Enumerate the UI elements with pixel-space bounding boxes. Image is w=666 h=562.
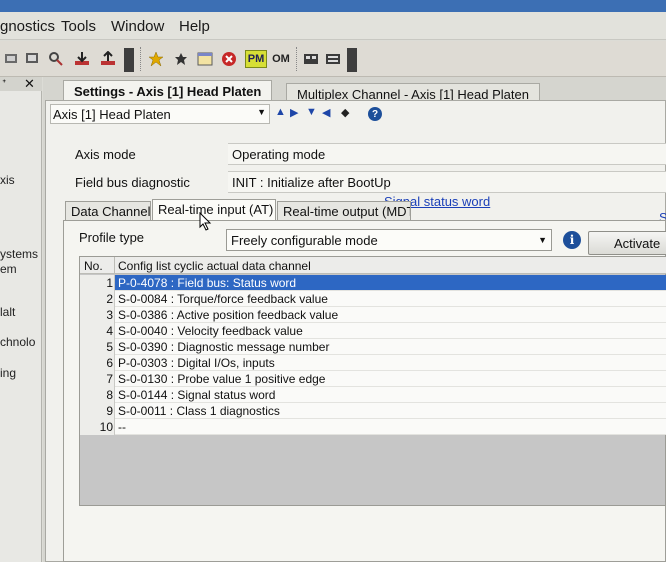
row-value: S-0-0130 : Probe value 1 positive edge	[118, 372, 326, 386]
info-icon[interactable]: i	[563, 231, 581, 249]
table-row[interactable]: 9 S-0-0011 : Class 1 diagnostics	[80, 403, 666, 419]
arrow-up-icon[interactable]: ▲	[275, 106, 286, 118]
row-number: 4	[106, 324, 113, 338]
grid-icon[interactable]	[302, 50, 320, 68]
menu-bar: gnostics Tools Window Help	[0, 12, 666, 40]
toolbar: PM OM	[0, 41, 666, 77]
column-divider	[114, 257, 115, 274]
row-value: P-0-0303 : Digital I/Os, inputs	[118, 356, 275, 370]
menu-window[interactable]: Window	[111, 18, 164, 35]
search-icon[interactable]	[47, 50, 65, 68]
toolbar-separator	[140, 47, 142, 71]
tab-realtime-output[interactable]: Real-time output (MDT)	[277, 201, 411, 221]
favorites-icon[interactable]	[172, 50, 190, 68]
table-row[interactable]: 4 S-0-0040 : Velocity feedback value	[80, 323, 666, 339]
panel-item[interactable]: em	[0, 262, 17, 276]
chevron-down-icon: ▼	[257, 107, 266, 117]
column-header-config[interactable]: Config list cyclic actual data channel	[118, 259, 311, 273]
window-top-strip	[0, 0, 666, 12]
row-number: 3	[106, 308, 113, 322]
upload-icon[interactable]	[99, 50, 117, 68]
row-value: S-0-0040 : Velocity feedback value	[118, 324, 303, 338]
row-value: P-0-4078 : Field bus: Status word	[118, 276, 297, 290]
row-number: 6	[106, 356, 113, 370]
tab-realtime-input[interactable]: Real-time input (AT)	[152, 199, 276, 221]
axis-selector[interactable]: Axis [1] Head Platen ▼	[50, 104, 270, 124]
row-value: S-0-0084 : Torque/force feedback value	[118, 292, 328, 306]
calendar-icon[interactable]	[196, 50, 214, 68]
table-row[interactable]: 1 P-0-4078 : Field bus: Status word	[80, 275, 666, 291]
pin-icon[interactable]: ᐩ	[2, 77, 6, 90]
arrow-left-icon[interactable]: ◀	[322, 106, 330, 119]
row-value: S-0-0011 : Class 1 diagnostics	[118, 404, 280, 418]
panel-item[interactable]: chnolo	[0, 335, 35, 349]
column-header-no[interactable]: No.	[84, 259, 103, 273]
table-row[interactable]: 7 S-0-0130 : Probe value 1 positive edge	[80, 371, 666, 387]
network-alt-icon[interactable]	[23, 50, 41, 68]
activate-button[interactable]: Activate	[588, 231, 666, 255]
field-bus-diagnostic-label: Field bus diagnostic	[75, 175, 190, 190]
network-icon[interactable]	[3, 50, 21, 68]
panel-item[interactable]: lalt	[0, 305, 15, 319]
toolbar-separator	[296, 47, 298, 71]
star-icon[interactable]	[147, 50, 165, 68]
panel-item[interactable]: ing	[0, 366, 16, 380]
tab-settings[interactable]: Settings - Axis [1] Head Platen	[63, 80, 273, 102]
cyclic-data-grid: No. Config list cyclic actual data chann…	[79, 256, 666, 506]
row-number: 10	[99, 420, 113, 434]
stop-icon[interactable]	[220, 50, 238, 68]
row-number: 1	[106, 276, 113, 290]
mouse-cursor-icon	[199, 212, 212, 231]
table-row[interactable]: 8 S-0-0144 : Signal status word	[80, 387, 666, 403]
row-number: 8	[106, 388, 113, 402]
axis-selector-value: Axis [1] Head Platen	[53, 107, 171, 122]
profile-type-value: Freely configurable mode	[231, 233, 378, 248]
table-row[interactable]: 6 P-0-0303 : Digital I/Os, inputs	[80, 355, 666, 371]
row-number: 9	[106, 404, 113, 418]
row-value: S-0-0144 : Signal status word	[118, 388, 276, 402]
menu-diagnostics[interactable]: gnostics	[0, 18, 55, 35]
toolbar-overflow-dropdown[interactable]	[124, 48, 134, 72]
axis-mode-value: Operating mode	[228, 143, 666, 165]
help-icon[interactable]: ?	[368, 107, 382, 121]
table-row[interactable]: 2 S-0-0084 : Torque/force feedback value	[80, 291, 666, 307]
table-icon[interactable]	[324, 50, 342, 68]
table-row[interactable]: 3 S-0-0386 : Active position feedback va…	[80, 307, 666, 323]
field-bus-diagnostic-value: INIT : Initialize after BootUp	[228, 171, 666, 193]
profile-type-label: Profile type	[79, 230, 145, 245]
download-icon[interactable]	[73, 50, 91, 68]
toolbar-overflow-dropdown-2[interactable]	[347, 48, 357, 72]
close-icon[interactable]: ✕	[24, 76, 35, 92]
profile-type-select[interactable]: Freely configurable mode ▼	[226, 229, 552, 251]
left-docked-panel: ᐩ ✕ xis ystems em lalt chnolo ing	[0, 76, 42, 562]
table-row[interactable]: 10 --	[80, 419, 666, 435]
arrow-down-icon[interactable]: ▼	[306, 106, 317, 118]
tab-data-channel[interactable]: Data Channel	[65, 201, 151, 221]
pin-icon[interactable]: ◆	[341, 106, 349, 119]
panel-item[interactable]: xis	[0, 173, 15, 187]
row-value: --	[118, 420, 126, 434]
om-button[interactable]: OM	[270, 50, 292, 68]
grid-header: No. Config list cyclic actual data chann…	[80, 257, 666, 274]
pm-button[interactable]: PM	[245, 50, 267, 68]
table-row[interactable]: 5 S-0-0390 : Diagnostic message number	[80, 339, 666, 355]
row-value: S-0-0390 : Diagnostic message number	[118, 340, 330, 354]
row-number: 2	[106, 292, 113, 306]
chevron-down-icon: ▼	[538, 235, 547, 245]
axis-mode-label: Axis mode	[75, 147, 136, 162]
menu-tools[interactable]: Tools	[61, 18, 96, 35]
panel-item[interactable]: ystems	[0, 247, 38, 261]
arrow-right-icon[interactable]: ▶	[290, 106, 298, 119]
row-number: 5	[106, 340, 113, 354]
row-number: 7	[106, 372, 113, 386]
menu-help[interactable]: Help	[179, 18, 210, 35]
row-value: S-0-0386 : Active position feedback valu…	[118, 308, 339, 322]
panel-header: ᐩ ✕	[0, 76, 42, 92]
